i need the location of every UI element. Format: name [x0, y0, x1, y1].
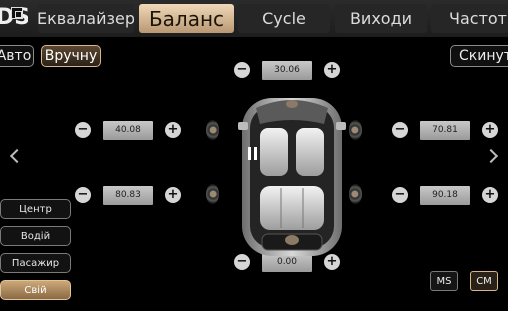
rear-right-plus-button[interactable]: + — [482, 187, 498, 203]
front-right-speaker-icon — [349, 120, 362, 140]
top-center-plus-button[interactable]: + — [324, 62, 340, 78]
dsp-logo-icon[interactable]: DSP — [0, 3, 28, 33]
position-driver-button[interactable]: Водій — [0, 226, 71, 246]
car-top-view-icon — [238, 98, 346, 256]
front-left-minus-button[interactable]: − — [75, 122, 91, 138]
auto-button[interactable]: Авто — [0, 45, 34, 67]
unit-cm-button[interactable]: CM — [470, 271, 498, 291]
front-right-minus-button[interactable]: − — [392, 122, 408, 138]
position-center-button[interactable]: Центр — [0, 199, 71, 219]
rear-left-delay-value[interactable]: 80.83 — [103, 186, 153, 205]
listening-position-icon — [246, 147, 259, 160]
reset-button[interactable]: Скинути — [450, 45, 508, 67]
position-passenger-button[interactable]: Пасажир — [0, 253, 71, 273]
front-right-delay-value[interactable]: 70.81 — [420, 121, 470, 140]
manual-button[interactable]: Вручну — [41, 45, 101, 67]
tab-equalizer[interactable]: Еквалайзер — [38, 4, 134, 33]
unit-ms-button[interactable]: MS — [430, 271, 458, 291]
front-left-speaker-icon — [206, 120, 219, 140]
tab-frequency[interactable]: Частота — [431, 4, 508, 33]
front-left-plus-button[interactable]: + — [165, 122, 181, 138]
rear-left-speaker-icon — [206, 184, 219, 204]
rear-right-minus-button[interactable]: − — [392, 187, 408, 203]
front-left-delay-value[interactable]: 40.08 — [103, 121, 153, 140]
rear-right-delay-value[interactable]: 90.18 — [420, 186, 470, 205]
rear-left-plus-button[interactable]: + — [165, 187, 181, 203]
rear-left-minus-button[interactable]: − — [75, 187, 91, 203]
tab-cycle[interactable]: Cycle — [238, 4, 330, 33]
right-arrow-icon[interactable] — [483, 148, 499, 164]
front-right-plus-button[interactable]: + — [482, 122, 498, 138]
position-custom-button[interactable]: Свій — [0, 280, 71, 300]
logo-box-icon — [11, 7, 23, 19]
top-center-delay-value[interactable]: 30.06 — [262, 61, 312, 80]
tab-balance[interactable]: Баланс — [139, 4, 234, 33]
top-center-minus-button[interactable]: − — [234, 62, 250, 78]
tab-bar: DSP Еквалайзер Баланс Cycle Виходи Часто… — [0, 0, 508, 37]
tab-outputs[interactable]: Виходи — [335, 4, 427, 33]
rear-right-speaker-icon — [349, 184, 362, 204]
left-arrow-icon[interactable] — [9, 148, 25, 164]
